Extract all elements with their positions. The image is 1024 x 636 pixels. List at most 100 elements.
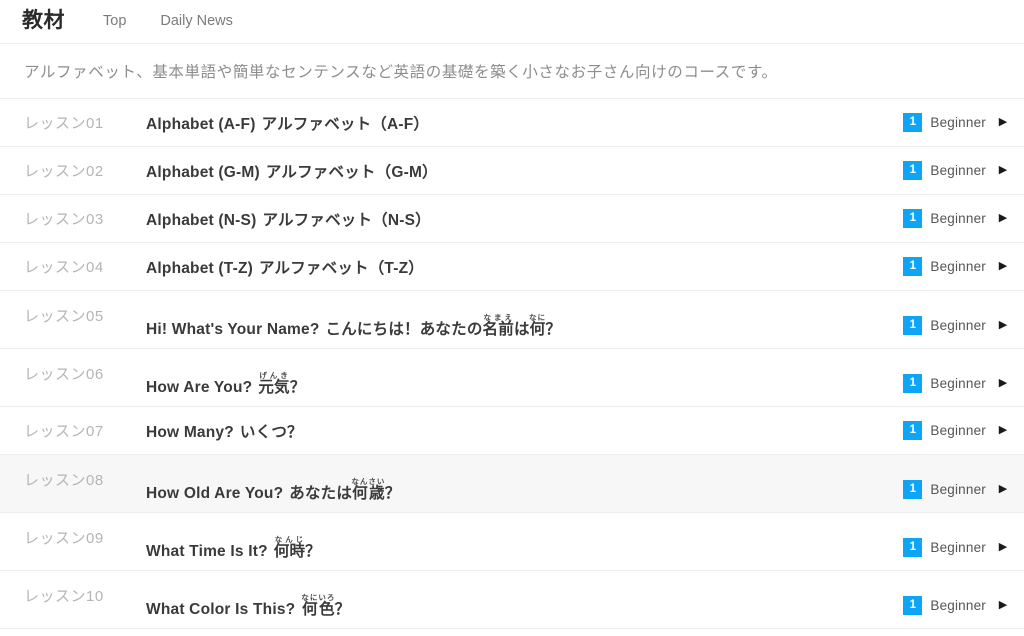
chevron-right-icon[interactable]: ▶ [996,117,1010,128]
ruby-reading: げんき [258,371,290,380]
lesson-row[interactable]: レッスン02 Alphabet (G-M) アルファベット（G-M） 1 Beginne… [0,147,1024,195]
lesson-title-english: What Time Is It? [146,543,268,560]
lesson-meta: 1 Beginner ▶ [903,526,1010,557]
lesson-title-japanese: アルファベット（A-F） [261,115,430,133]
ruby-reading: なんさい [351,477,386,486]
level-label: Beginner [930,211,986,226]
lesson-meta: 1 Beginner ▶ [903,257,1010,276]
lesson-number-label: レッスン01 [24,115,104,132]
main-nav: Top Daily News [103,14,233,29]
lesson-title: What Color Is This? 何色なにいろ？ [122,580,903,619]
level-badge: 1 [903,480,923,499]
level-label: Beginner [930,163,986,178]
lesson-number-label: レッスン04 [24,259,104,276]
site-brand-logo[interactable]: 教材 [22,10,65,33]
ruby-reading: なんじ [273,535,306,544]
lesson-meta: 1 Beginner ▶ [903,209,1010,228]
lesson-number-label: レッスン05 [24,308,104,325]
level-label: Beginner [930,318,986,333]
lesson-title-japanese: あなたは何歳なんさい？ [289,477,401,502]
chevron-right-icon[interactable]: ▶ [996,261,1010,272]
level-label: Beginner [930,259,986,274]
lesson-row[interactable]: レッスン05 Hi! What's Your Name? こんにちは！あなたの名前な… [0,291,1024,349]
lesson-title: What Time Is It? 何時なんじ？ [122,522,903,561]
chevron-right-icon[interactable]: ▶ [996,378,1010,389]
course-description-text: アルファベット、基本単語や簡単なセンテンスなど英語の基礎を築く小さなお子さん向け… [24,64,778,81]
lesson-number-label: レッスン07 [24,423,104,440]
lesson-title: Alphabet (A-F) アルファベット（A-F） [122,112,903,134]
lesson-title-japanese: アルファベット（T-Z） [258,259,424,277]
ruby-annotation: 元気げんき [258,371,290,396]
lesson-title: How Are You? 元気げんき？ [122,358,903,397]
lesson-title-japanese: 何色なにいろ？ [301,593,351,618]
lesson-meta: 1 Beginner ▶ [903,468,1010,499]
chevron-right-icon[interactable]: ▶ [996,484,1010,495]
lesson-row[interactable]: レッスン03 Alphabet (N-S) アルファベット（N-S） 1 Beginne… [0,195,1024,243]
lesson-title-japanese: 元気げんき？ [258,371,306,396]
lesson-title-japanese: いくつ？ [239,423,303,441]
lesson-title: Alphabet (G-M) アルファベット（G-M） [122,160,903,182]
level-badge: 1 [903,538,923,557]
course-description-section: アルファベット、基本単語や簡単なセンテンスなど英語の基礎を築く小さなお子さん向け… [0,44,1024,99]
chevron-right-icon[interactable]: ▶ [996,542,1010,553]
ruby-annotation: 何時なんじ [273,535,306,560]
level-label: Beginner [930,598,986,613]
lesson-row[interactable]: レッスン07 How Many? いくつ？ 1 Beginner ▶ [0,407,1024,455]
chevron-right-icon[interactable]: ▶ [996,165,1010,176]
ruby-annotation: 名前なまえ [482,313,514,338]
lesson-title-english: Alphabet (T-Z) [146,259,253,277]
lesson-title-english: Alphabet (G-M) [146,163,260,181]
chevron-right-icon[interactable]: ▶ [996,213,1010,224]
level-label: Beginner [930,423,986,438]
nav-link-daily-news[interactable]: Daily News [160,14,233,29]
ruby-annotation: 何なに [529,313,547,338]
level-badge: 1 [903,596,923,615]
level-badge: 1 [903,161,923,180]
lesson-number-label: レッスン10 [24,588,104,605]
lesson-meta: 1 Beginner ▶ [903,161,1010,180]
level-label: Beginner [930,482,986,497]
lesson-title-japanese: アルファベット（G-M） [265,163,438,181]
lesson-title-japanese: アルファベット（N-S） [262,211,431,229]
chevron-right-icon[interactable]: ▶ [996,425,1010,436]
level-badge: 1 [903,421,923,440]
lesson-row[interactable]: レッスン01 Alphabet (A-F) アルファベット（A-F） 1 Beginne… [0,99,1024,147]
lesson-title-english: What Color Is This? [146,601,296,618]
lesson-title-english: Hi! What's Your Name? [146,321,320,338]
lesson-title: Hi! What's Your Name? こんにちは！あなたの名前なまえは何なに… [122,300,903,339]
level-label: Beginner [930,115,986,130]
lesson-title-japanese: 何時なんじ？ [273,535,321,560]
ruby-annotation: 何歳なんさい [351,477,386,502]
level-badge: 1 [903,113,923,132]
lesson-title-english: How Many? [146,423,234,441]
lesson-title-english: How Are You? [146,379,253,396]
lesson-row[interactable]: レッスン06 How Are You? 元気げんき？ 1 Beginner ▶ [0,349,1024,407]
level-label: Beginner [930,376,986,391]
lesson-title: Alphabet (N-S) アルファベット（N-S） [122,208,903,230]
lesson-row[interactable]: レッスン04 Alphabet (T-Z) アルファベット（T-Z） 1 Beginne… [0,243,1024,291]
ruby-reading: なまえ [482,313,514,322]
lesson-meta: 1 Beginner ▶ [903,304,1010,335]
chevron-right-icon[interactable]: ▶ [996,320,1010,331]
lesson-row[interactable]: レッスン10 What Color Is This? 何色なにいろ？ 1 Beginne… [0,571,1024,629]
lesson-number-label: レッスン03 [24,211,104,228]
level-badge: 1 [903,374,923,393]
nav-link-top[interactable]: Top [103,14,126,29]
lesson-meta: 1 Beginner ▶ [903,113,1010,132]
lesson-number-label: レッスン08 [24,472,104,489]
lesson-title: Alphabet (T-Z) アルファベット（T-Z） [122,256,903,278]
lesson-title-japanese: こんにちは！あなたの名前なまえは何なに？ [325,313,562,338]
lesson-title-english: How Old Are You? [146,485,284,502]
lesson-number-label: レッスン09 [24,530,104,547]
ruby-reading: なにいろ [301,593,336,602]
ruby-annotation: 何色なにいろ [301,593,336,618]
level-badge: 1 [903,257,923,276]
site-header: 教材 Top Daily News [0,0,1024,44]
level-badge: 1 [903,316,923,335]
lesson-meta: 1 Beginner ▶ [903,584,1010,615]
lesson-list: レッスン01 Alphabet (A-F) アルファベット（A-F） 1 Beginne… [0,99,1024,629]
lesson-row[interactable]: レッスン09 What Time Is It? 何時なんじ？ 1 Beginner ▶ [0,513,1024,571]
lesson-row[interactable]: レッスン08 How Old Are You? あなたは何歳なんさい？ 1 Beginn… [0,455,1024,513]
chevron-right-icon[interactable]: ▶ [996,600,1010,611]
lesson-meta: 1 Beginner ▶ [903,362,1010,393]
